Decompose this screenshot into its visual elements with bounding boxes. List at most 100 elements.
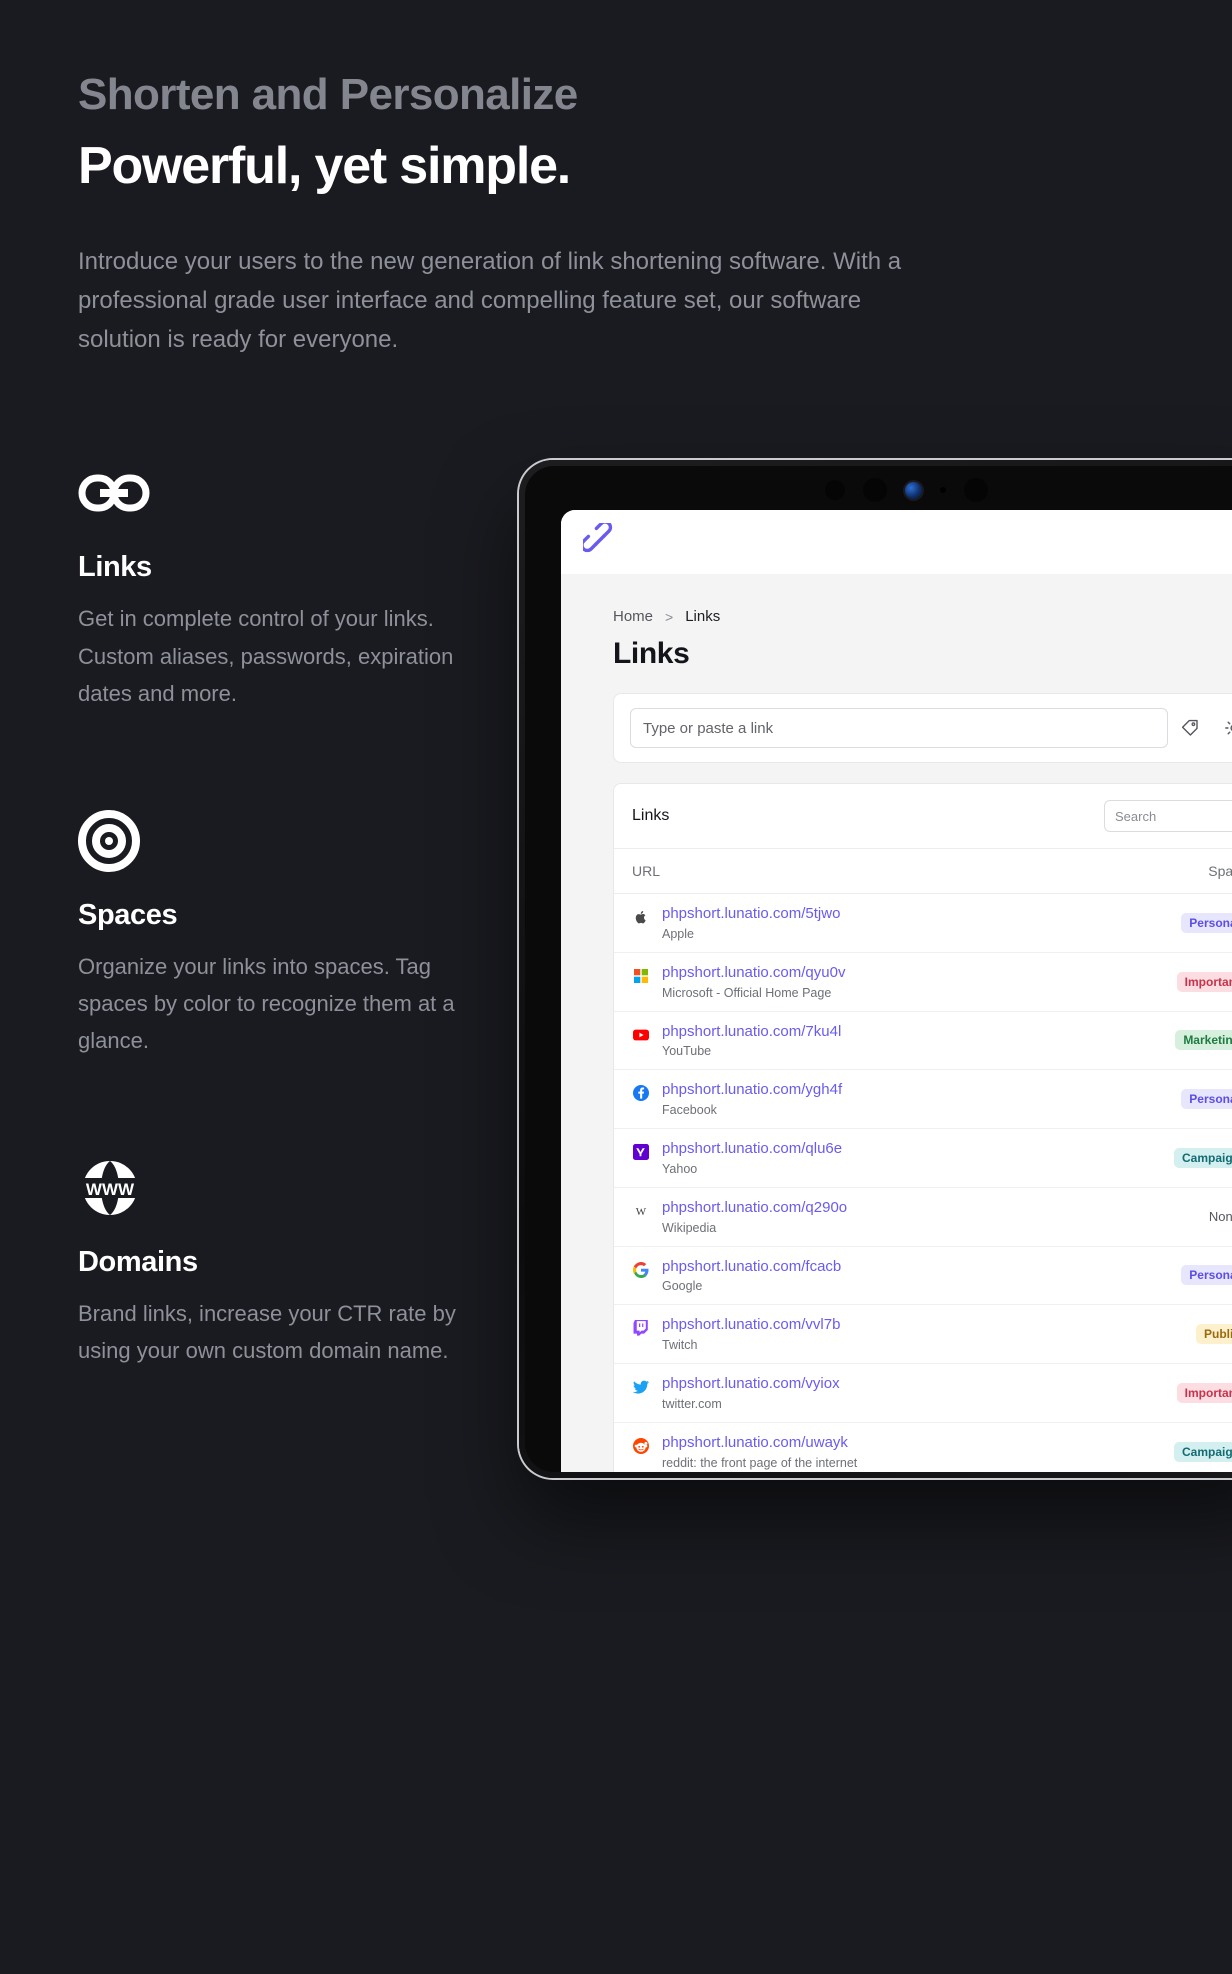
status-badge[interactable]: Public bbox=[1195, 1324, 1232, 1345]
status-badge[interactable]: Marketing bbox=[1175, 1030, 1232, 1051]
breadcrumb-current: Links bbox=[685, 608, 721, 625]
youtube-icon bbox=[632, 1026, 650, 1044]
app-page-title: Links bbox=[613, 637, 690, 670]
shorten-link-card: Type or paste a link bbox=[613, 693, 1232, 763]
marketing-page: Shorten and Personalize Powerful, yet si… bbox=[0, 0, 1232, 1974]
camera-dot-icon bbox=[863, 478, 887, 502]
twitch-icon bbox=[632, 1319, 650, 1337]
facebook-icon bbox=[632, 1084, 650, 1102]
table-row[interactable]: phpshort.lunatio.com/7ku4l YouTube Marke… bbox=[614, 1011, 1232, 1071]
cell-space: Public bbox=[1069, 1304, 1232, 1364]
short-link[interactable]: phpshort.lunatio.com/vyiox bbox=[662, 1375, 840, 1392]
cell-url: phpshort.lunatio.com/uwayk reddit: the f… bbox=[614, 1422, 1070, 1472]
search-input[interactable]: Search bbox=[1104, 800, 1232, 832]
cell-url: W phpshort.lunatio.com/q290o Wikipedia bbox=[614, 1187, 1070, 1247]
tablet-bezel: Home > Links Links Type or paste a link bbox=[525, 466, 1232, 1472]
feature-title: Domains bbox=[78, 1245, 198, 1278]
breadcrumb-home[interactable]: Home bbox=[613, 608, 653, 625]
cell-url: phpshort.lunatio.com/ygh4f Facebook bbox=[614, 1069, 1070, 1129]
cell-space: Important bbox=[1069, 952, 1232, 1012]
tablet-camera-bar bbox=[825, 478, 988, 502]
table-row[interactable]: W phpshort.lunatio.com/q290o Wikipedia N… bbox=[614, 1187, 1232, 1247]
table-row[interactable]: phpshort.lunatio.com/vyiox twitter.com I… bbox=[614, 1363, 1232, 1423]
short-link[interactable]: phpshort.lunatio.com/fcacb bbox=[662, 1258, 841, 1275]
cell-url: phpshort.lunatio.com/vvl7b Twitch bbox=[614, 1304, 1070, 1364]
links-table-head: URL Space bbox=[614, 849, 1232, 894]
table-row[interactable]: phpshort.lunatio.com/qyu0v Microsoft - O… bbox=[614, 952, 1232, 1012]
status-badge[interactable]: Personal bbox=[1181, 1089, 1232, 1110]
twitter-icon bbox=[632, 1378, 650, 1396]
target-icon bbox=[78, 809, 478, 872]
short-link[interactable]: phpshort.lunatio.com/q290o bbox=[662, 1199, 847, 1216]
yahoo-icon bbox=[632, 1143, 650, 1161]
app-screen: Home > Links Links Type or paste a link bbox=[561, 510, 1232, 1472]
cell-space: Marketing bbox=[1069, 1011, 1232, 1071]
table-row[interactable]: phpshort.lunatio.com/fcacb Google Person… bbox=[614, 1246, 1232, 1306]
link-title: Wikipedia bbox=[662, 1220, 717, 1235]
link-input[interactable]: Type or paste a link bbox=[630, 708, 1168, 748]
app-content: Home > Links Links Type or paste a link bbox=[561, 574, 1232, 1472]
short-link[interactable]: phpshort.lunatio.com/qyu0v bbox=[662, 964, 845, 981]
chevron-right-icon: > bbox=[665, 608, 674, 625]
link-title: Twitch bbox=[662, 1338, 698, 1352]
link-title: Yahoo bbox=[662, 1161, 698, 1176]
cell-space: Campaign bbox=[1069, 1128, 1232, 1188]
status-badge[interactable]: Important bbox=[1176, 971, 1232, 992]
svg-text:W: W bbox=[636, 1206, 647, 1218]
svg-text:WWW: WWW bbox=[86, 1180, 135, 1199]
link-title: Microsoft - Official Home Page bbox=[662, 985, 832, 1000]
feature-item-links: Links Get in complete control of your li… bbox=[78, 463, 478, 712]
short-link[interactable]: phpshort.lunatio.com/ygh4f bbox=[662, 1081, 842, 1098]
table-row[interactable]: phpshort.lunatio.com/5tjwo Apple Persona… bbox=[614, 893, 1232, 953]
links-panel-header: Links Search bbox=[614, 784, 1232, 849]
breadcrumb: Home > Links bbox=[613, 608, 1232, 625]
table-row[interactable]: phpshort.lunatio.com/vvl7b Twitch Public bbox=[614, 1304, 1232, 1364]
short-link[interactable]: phpshort.lunatio.com/7ku4l bbox=[662, 1023, 841, 1040]
camera-dot-icon bbox=[825, 480, 845, 500]
column-header-space[interactable]: Space bbox=[1069, 849, 1232, 894]
feature-description: Organize your links into spaces. Tag spa… bbox=[78, 953, 455, 1054]
page-title: Powerful, yet simple. bbox=[78, 136, 571, 195]
short-link[interactable]: phpshort.lunatio.com/5tjwo bbox=[662, 905, 840, 922]
cell-url: phpshort.lunatio.com/7ku4l YouTube bbox=[614, 1011, 1070, 1071]
table-row[interactable]: phpshort.lunatio.com/uwayk reddit: the f… bbox=[614, 1422, 1232, 1472]
tag-icon[interactable] bbox=[1168, 708, 1212, 748]
chain-link-logo[interactable] bbox=[580, 519, 617, 562]
camera-lens-icon bbox=[905, 481, 922, 499]
google-icon bbox=[632, 1261, 650, 1279]
wikipedia-icon: W bbox=[632, 1202, 650, 1220]
short-link[interactable]: phpshort.lunatio.com/qlu6e bbox=[662, 1140, 842, 1157]
links-table-body: phpshort.lunatio.com/5tjwo Apple Persona… bbox=[614, 893, 1232, 1472]
apple-icon bbox=[632, 908, 650, 926]
feature-description: Get in complete control of your links. C… bbox=[78, 606, 454, 707]
table-row[interactable]: phpshort.lunatio.com/qlu6e Yahoo Campaig… bbox=[614, 1128, 1232, 1188]
short-link[interactable]: phpshort.lunatio.com/vvl7b bbox=[662, 1316, 840, 1333]
cell-space: Personal bbox=[1069, 893, 1232, 953]
gear-icon[interactable] bbox=[1212, 708, 1232, 748]
cell-url: phpshort.lunatio.com/vyiox twitter.com bbox=[614, 1363, 1070, 1423]
cell-url: phpshort.lunatio.com/qyu0v Microsoft - O… bbox=[614, 952, 1070, 1012]
cell-space: Important bbox=[1069, 1363, 1232, 1423]
feature-title: Spaces bbox=[78, 898, 178, 931]
status-badge[interactable]: None bbox=[1201, 1206, 1232, 1227]
status-badge[interactable]: Personal bbox=[1181, 912, 1232, 933]
links-panel: Links Search URL Space bbox=[613, 783, 1232, 1472]
status-badge[interactable]: Personal bbox=[1181, 1265, 1232, 1286]
table-row[interactable]: phpshort.lunatio.com/ygh4f Facebook Pers… bbox=[614, 1069, 1232, 1129]
camera-dot-icon bbox=[964, 478, 988, 502]
cell-url: phpshort.lunatio.com/fcacb Google bbox=[614, 1246, 1070, 1306]
reddit-icon bbox=[632, 1437, 650, 1455]
table-header-row: URL Space bbox=[614, 849, 1232, 894]
status-badge[interactable]: Campaign bbox=[1173, 1441, 1232, 1462]
status-badge[interactable]: Important bbox=[1176, 1382, 1232, 1403]
column-header-url[interactable]: URL bbox=[614, 849, 1070, 894]
link-icon bbox=[78, 463, 478, 523]
feature-description: Brand links, increase your CTR rate by u… bbox=[78, 1300, 456, 1364]
cell-space: Personal bbox=[1069, 1069, 1232, 1129]
link-title: Facebook bbox=[662, 1103, 717, 1117]
short-link[interactable]: phpshort.lunatio.com/uwayk bbox=[662, 1434, 848, 1451]
status-badge[interactable]: Campaign bbox=[1173, 1147, 1232, 1168]
feature-title: Links bbox=[78, 551, 152, 584]
www-globe-icon: WWW bbox=[78, 1158, 478, 1218]
cell-space: Campaign bbox=[1069, 1422, 1232, 1472]
